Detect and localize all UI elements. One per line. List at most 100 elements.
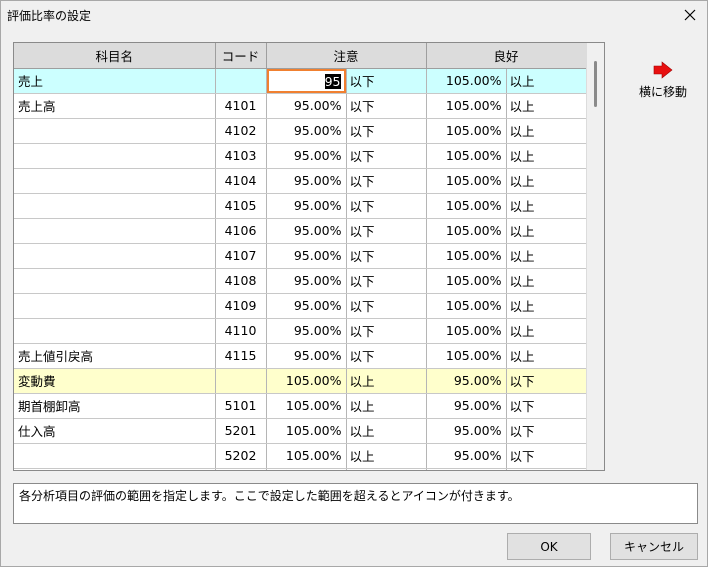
cell-good-value[interactable]: 105.00% [426, 193, 507, 219]
cell-good-value[interactable]: 95.00% [426, 368, 507, 394]
table-row[interactable]: 売上高 4101 95.00% 以下 105.00% 以上 [14, 93, 586, 119]
cell-good-value[interactable]: 105.00% [426, 343, 507, 369]
cell-good-value[interactable]: 95.00% [426, 418, 507, 444]
cell-good-unit[interactable]: 以上 [506, 318, 586, 344]
cell-name: 仕入高 [14, 418, 216, 444]
cell-caution-unit[interactable]: 以下 [346, 318, 427, 344]
cell-caution-value[interactable]: 95.00% [266, 93, 347, 119]
cell-good-unit[interactable]: 以上 [506, 68, 586, 94]
table-row[interactable]: 変動費 105.00% 以上 95.00% 以下 [14, 368, 586, 394]
cell-caution-value[interactable] [266, 468, 347, 470]
move-horizontal-button[interactable]: 横に移動 [631, 61, 695, 105]
cell-good-value[interactable]: 105.00% [426, 318, 507, 344]
cell-good-unit[interactable]: 以上 [506, 218, 586, 244]
scrollbar-thumb[interactable] [594, 61, 597, 107]
cell-good-unit[interactable]: 以上 [506, 143, 586, 169]
table-row[interactable]: 4105 95.00% 以下 105.00% 以上 [14, 193, 586, 219]
cancel-button[interactable]: キャンセル [610, 533, 698, 560]
cell-caution-value[interactable]: 95.00% [266, 293, 347, 319]
cell-caution-value[interactable]: 105.00% [266, 443, 347, 469]
ratio-grid[interactable]: 科目名 コード 注意 良好 売上 95 以下 105.00% 以上 売上高 4101 95.0… [13, 42, 605, 471]
cell-good-unit[interactable] [506, 468, 586, 470]
cell-caution-unit[interactable]: 以下 [346, 243, 427, 269]
cell-good-value[interactable]: 105.00% [426, 168, 507, 194]
cell-good-value[interactable]: 105.00% [426, 218, 507, 244]
ok-button[interactable]: OK [507, 533, 591, 560]
cell-caution-unit[interactable]: 以下 [346, 268, 427, 294]
cell-caution-value[interactable]: 95.00% [266, 118, 347, 144]
cell-caution-unit[interactable]: 以下 [346, 343, 427, 369]
cell-caution-unit[interactable]: 以上 [346, 393, 427, 419]
cell-caution-value[interactable]: 105.00% [266, 418, 347, 444]
cell-good-value[interactable]: 95.00% [426, 443, 507, 469]
cell-caution-unit[interactable]: 以下 [346, 68, 427, 94]
cell-good-value[interactable] [426, 468, 507, 470]
col-header-good[interactable]: 良好 [426, 43, 586, 69]
cell-caution-value[interactable]: 95.00% [266, 168, 347, 194]
window-title: 評価比率の設定 [7, 9, 92, 23]
cell-caution-unit[interactable]: 以上 [346, 368, 427, 394]
cell-good-unit[interactable]: 以上 [506, 118, 586, 144]
cell-good-value[interactable]: 105.00% [426, 118, 507, 144]
cell-good-unit[interactable]: 以上 [506, 268, 586, 294]
cell-caution-unit[interactable]: 以下 [346, 218, 427, 244]
cell-caution-value[interactable]: 95.00% [266, 243, 347, 269]
table-row[interactable]: 4108 95.00% 以下 105.00% 以上 [14, 268, 586, 294]
table-row[interactable]: 4106 95.00% 以下 105.00% 以上 [14, 218, 586, 244]
cell-caution-value[interactable]: 95.00% [266, 218, 347, 244]
cell-caution-unit[interactable]: 以下 [346, 93, 427, 119]
cell-good-value[interactable]: 105.00% [426, 93, 507, 119]
cell-caution-value[interactable]: 95.00% [266, 193, 347, 219]
table-row[interactable]: 4109 95.00% 以下 105.00% 以上 [14, 293, 586, 319]
cell-caution-unit[interactable] [346, 468, 427, 470]
cell-good-unit[interactable]: 以上 [506, 193, 586, 219]
cell-caution-value[interactable]: 95.00% [266, 318, 347, 344]
table-row[interactable]: 4104 95.00% 以下 105.00% 以上 [14, 168, 586, 194]
cell-good-unit[interactable]: 以上 [506, 293, 586, 319]
table-row[interactable]: 期首棚卸高 5101 105.00% 以上 95.00% 以下 [14, 393, 586, 419]
cell-good-unit[interactable]: 以下 [506, 393, 586, 419]
cell-caution-value[interactable]: 95.00% [266, 268, 347, 294]
cell-caution-unit[interactable]: 以下 [346, 143, 427, 169]
table-row[interactable]: 4107 95.00% 以下 105.00% 以上 [14, 243, 586, 269]
cell-good-value[interactable]: 105.00% [426, 143, 507, 169]
cell-good-value[interactable]: 95.00% [426, 393, 507, 419]
cell-caution-unit[interactable]: 以上 [346, 443, 427, 469]
table-row[interactable]: 4102 95.00% 以下 105.00% 以上 [14, 118, 586, 144]
table-row[interactable]: 売上 95 以下 105.00% 以上 [14, 68, 586, 94]
cell-good-unit[interactable]: 以上 [506, 168, 586, 194]
table-row[interactable]: 4103 95.00% 以下 105.00% 以上 [14, 143, 586, 169]
col-header-caution[interactable]: 注意 [266, 43, 427, 69]
cell-caution-unit[interactable]: 以下 [346, 168, 427, 194]
cell-good-value[interactable]: 105.00% [426, 243, 507, 269]
cell-caution-unit[interactable]: 以上 [346, 418, 427, 444]
cell-good-unit[interactable]: 以下 [506, 443, 586, 469]
table-row[interactable]: 仕入高 5201 105.00% 以上 95.00% 以下 [14, 418, 586, 444]
cell-caution-value[interactable]: 95 [266, 68, 347, 94]
table-row[interactable]: 売上値引戻高 4115 95.00% 以下 105.00% 以上 [14, 343, 586, 369]
cell-caution-value[interactable]: 105.00% [266, 393, 347, 419]
cell-good-unit[interactable]: 以上 [506, 243, 586, 269]
cell-good-unit[interactable]: 以上 [506, 343, 586, 369]
cell-good-value[interactable]: 105.00% [426, 68, 507, 94]
cell-name: 売上高 [14, 93, 216, 119]
table-row[interactable] [14, 468, 586, 470]
caution-value-input[interactable]: 95 [266, 68, 345, 92]
table-row[interactable]: 4110 95.00% 以下 105.00% 以上 [14, 318, 586, 344]
cell-good-value[interactable]: 105.00% [426, 268, 507, 294]
cell-caution-unit[interactable]: 以下 [346, 118, 427, 144]
col-header-code[interactable]: コード [215, 43, 267, 69]
cell-caution-value[interactable]: 95.00% [266, 343, 347, 369]
cell-caution-value[interactable]: 105.00% [266, 368, 347, 394]
cell-good-unit[interactable]: 以下 [506, 368, 586, 394]
cell-caution-unit[interactable]: 以下 [346, 293, 427, 319]
col-header-name[interactable]: 科目名 [14, 43, 216, 69]
cell-good-unit[interactable]: 以下 [506, 418, 586, 444]
vertical-scrollbar[interactable] [586, 43, 604, 470]
close-button[interactable] [677, 3, 703, 27]
cell-caution-unit[interactable]: 以下 [346, 193, 427, 219]
table-row[interactable]: 5202 105.00% 以上 95.00% 以下 [14, 443, 586, 469]
cell-good-unit[interactable]: 以上 [506, 93, 586, 119]
cell-caution-value[interactable]: 95.00% [266, 143, 347, 169]
cell-good-value[interactable]: 105.00% [426, 293, 507, 319]
